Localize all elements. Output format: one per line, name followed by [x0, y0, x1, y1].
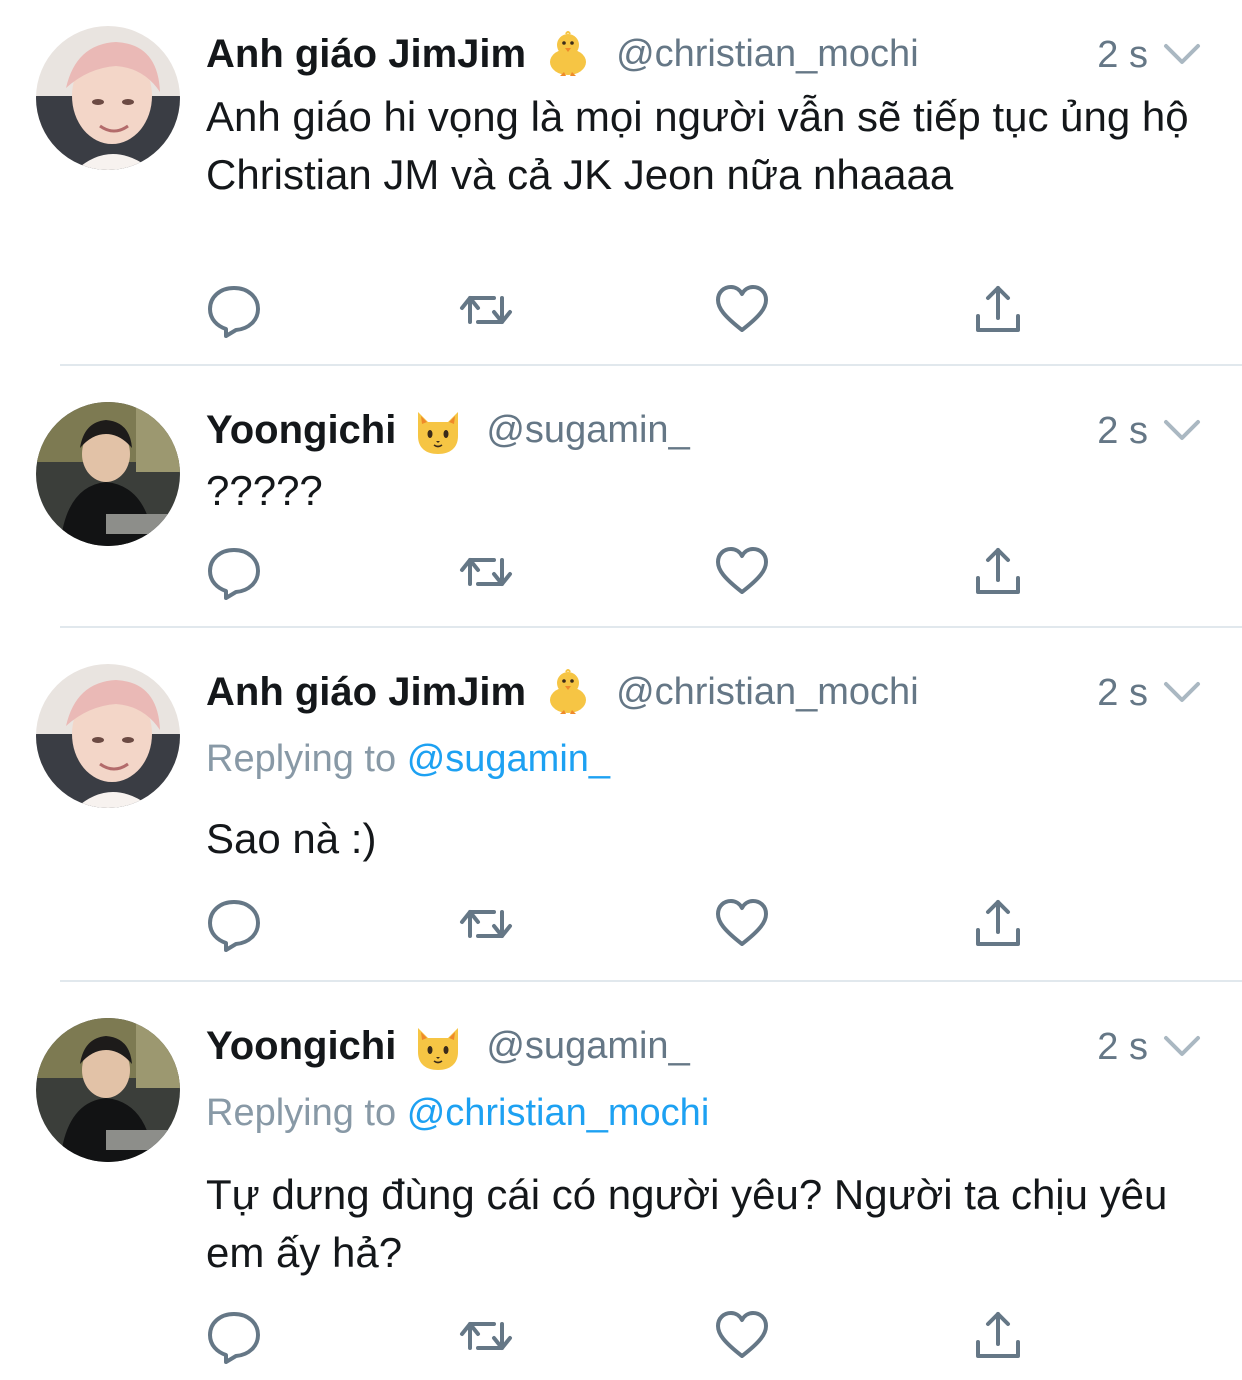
action-bar	[206, 544, 1036, 600]
replying-label: Replying to	[206, 1092, 397, 1134]
chevron-down-icon[interactable]	[1162, 674, 1202, 710]
like-icon[interactable]	[714, 282, 770, 338]
tweet-text: Sao nà :)	[206, 815, 377, 862]
retweet-icon[interactable]	[458, 896, 514, 952]
chevron-down-icon[interactable]	[1162, 36, 1202, 72]
reply-mention-link[interactable]: @christian_mochi	[407, 1092, 710, 1134]
display-name[interactable]: Anh giáo JimJim	[206, 32, 526, 77]
timestamp[interactable]: 2 s	[1097, 34, 1148, 77]
action-bar	[206, 896, 1036, 952]
avatar[interactable]	[36, 26, 180, 170]
cat-emoji	[410, 402, 466, 458]
user-handle[interactable]: @christian_mochi	[616, 33, 919, 76]
user-handle[interactable]: @sugamin_	[486, 409, 689, 452]
replying-label: Replying to	[206, 738, 397, 780]
like-icon[interactable]	[714, 544, 770, 600]
chevron-down-icon[interactable]	[1162, 1028, 1202, 1064]
action-bar	[206, 282, 1036, 338]
chevron-down-icon[interactable]	[1162, 412, 1202, 448]
share-icon[interactable]	[970, 282, 1026, 338]
reply-icon[interactable]	[206, 896, 262, 952]
share-icon[interactable]	[970, 1308, 1026, 1364]
reply-icon[interactable]	[206, 544, 262, 600]
chick-emoji	[540, 664, 596, 720]
retweet-icon[interactable]	[458, 282, 514, 338]
divider	[60, 626, 1242, 628]
like-icon[interactable]	[714, 1308, 770, 1364]
reply-icon[interactable]	[206, 1308, 262, 1364]
avatar[interactable]	[36, 402, 180, 546]
user-handle[interactable]: @christian_mochi	[616, 671, 919, 714]
reply-mention-link[interactable]: @sugamin_	[407, 738, 610, 780]
display-name[interactable]: Yoongichi	[206, 1024, 396, 1069]
display-name[interactable]: Anh giáo JimJim	[206, 670, 526, 715]
replying-to-line: Replying to @sugamin_	[206, 738, 1202, 790]
like-icon[interactable]	[714, 896, 770, 952]
timestamp[interactable]: 2 s	[1097, 410, 1148, 453]
reply-icon[interactable]	[206, 282, 262, 338]
share-icon[interactable]	[970, 896, 1026, 952]
retweet-icon[interactable]	[458, 544, 514, 600]
retweet-icon[interactable]	[458, 1308, 514, 1364]
user-handle[interactable]: @sugamin_	[486, 1025, 689, 1068]
avatar[interactable]	[36, 1018, 180, 1162]
divider	[60, 980, 1242, 982]
share-icon[interactable]	[970, 544, 1026, 600]
avatar[interactable]	[36, 664, 180, 808]
display-name[interactable]: Yoongichi	[206, 408, 396, 453]
tweet-text: Tự dưng đùng cái có người yêu? Người ta …	[206, 1171, 1168, 1276]
action-bar	[206, 1308, 1036, 1364]
divider	[60, 364, 1242, 366]
timestamp[interactable]: 2 s	[1097, 672, 1148, 715]
cat-emoji	[410, 1018, 466, 1074]
chick-emoji	[540, 26, 596, 82]
timestamp[interactable]: 2 s	[1097, 1026, 1148, 1069]
replying-to-line: Replying to @christian_mochi	[206, 1092, 1202, 1144]
tweet-text: Anh giáo hi vọng là mọi người vẫn sẽ tiế…	[206, 93, 1189, 198]
tweet-text: ?????	[206, 467, 323, 514]
